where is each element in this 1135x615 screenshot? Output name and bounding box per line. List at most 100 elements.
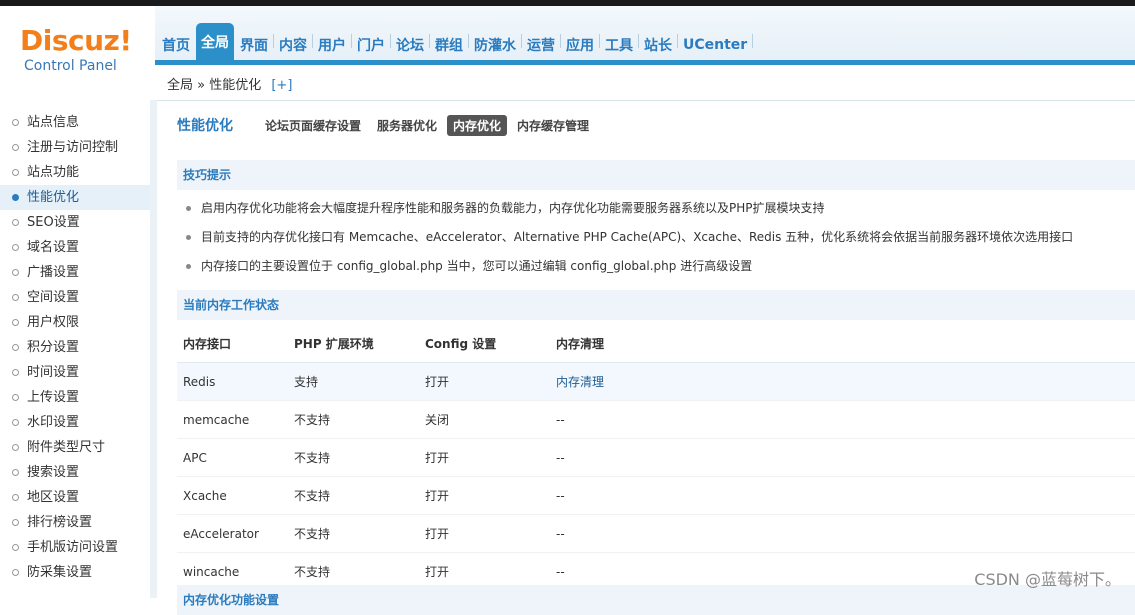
sidebar-item-label: 地区设置 [27, 490, 80, 505]
column-header-php-ext: PHP 扩展环境 [288, 325, 419, 363]
nav-forum[interactable]: 论坛 [392, 29, 428, 61]
logo-subtitle: Control Panel [24, 58, 117, 74]
status-header: 当前内存工作状态 [177, 290, 1135, 320]
tips-header: 技巧提示 [177, 160, 1135, 190]
sidebar-item-user-permissions[interactable]: 用户权限 [0, 310, 150, 335]
nav-content[interactable]: 内容 [275, 29, 311, 61]
table-row: Xcache 不支持 打开 -- [177, 476, 1135, 515]
nav-groups[interactable]: 群组 [431, 29, 467, 61]
sidebar-item-label: SEO设置 [27, 215, 80, 230]
sidebar-item-performance[interactable]: 性能优化 [0, 185, 150, 210]
sidebar-item-anti-scrape[interactable]: 防采集设置 [0, 560, 150, 585]
table-header-row: 内存接口 PHP 扩展环境 Config 设置 内存清理 [177, 325, 1135, 363]
bullet-icon [12, 469, 19, 476]
sidebar-item-space[interactable]: 空间设置 [0, 285, 150, 310]
cell-clean: -- [550, 438, 1135, 477]
nav-separator [521, 34, 522, 48]
sidebar-item-search[interactable]: 搜索设置 [0, 460, 150, 485]
sidebar-item-label: 水印设置 [27, 415, 80, 430]
nav-separator [312, 34, 313, 48]
nav-separator [599, 34, 600, 48]
nav-webmaster[interactable]: 站长 [640, 29, 676, 61]
sidebar-item-label: 手机版访问设置 [27, 540, 119, 555]
nav-separator [677, 34, 678, 48]
nav-separator [560, 34, 561, 48]
bullet-icon [12, 294, 19, 301]
sidebar-item-broadcast[interactable]: 广播设置 [0, 260, 150, 285]
sidebar-item-label: 时间设置 [27, 365, 80, 380]
sidebar-item-time[interactable]: 时间设置 [0, 360, 150, 385]
nav-interface[interactable]: 界面 [236, 29, 272, 61]
nav-separator [273, 34, 274, 48]
sidebar-item-watermark[interactable]: 水印设置 [0, 410, 150, 435]
nav-antispam[interactable]: 防灌水 [470, 29, 520, 61]
sidebar-item-region[interactable]: 地区设置 [0, 485, 150, 510]
page-header: 性能优化 论坛页面缓存设置 服务器优化 内存优化 内存缓存管理 [177, 114, 599, 136]
sidebar-item-site-info[interactable]: 站点信息 [0, 110, 150, 135]
nav-tools[interactable]: 工具 [601, 29, 637, 61]
nav-apps[interactable]: 应用 [562, 29, 598, 61]
cell-config: 关闭 [419, 400, 550, 439]
nav-operations[interactable]: 运营 [523, 29, 559, 61]
cell-config: 打开 [419, 476, 550, 515]
bullet-icon [12, 544, 19, 551]
main-nav: 首页 全局 界面 内容 用户 门户 论坛 群组 防灌水 运营 应用 工具 站长 … [158, 21, 754, 61]
bullet-icon [12, 219, 19, 226]
cell-clean: 内存清理 [550, 362, 1135, 401]
nav-separator [752, 34, 754, 48]
sidebar: 站点信息 注册与访问控制 站点功能 性能优化 SEO设置 域名设置 广播设置 空… [0, 100, 151, 598]
sidebar-item-ranking[interactable]: 排行榜设置 [0, 510, 150, 535]
nav-users[interactable]: 用户 [314, 29, 350, 61]
tab-server-optimization[interactable]: 服务器优化 [371, 115, 443, 136]
sidebar-item-domain[interactable]: 域名设置 [0, 235, 150, 260]
bullet-icon [12, 319, 19, 326]
cell-php-ext: 不支持 [288, 476, 419, 515]
table-row: memcache 不支持 关闭 -- [177, 400, 1135, 439]
nav-separator [351, 34, 352, 48]
sidebar-item-upload[interactable]: 上传设置 [0, 385, 150, 410]
cell-interface: Redis [177, 362, 288, 401]
sidebar-item-label: 域名设置 [27, 240, 80, 255]
sidebar-item-label: 空间设置 [27, 290, 80, 305]
bullet-icon [12, 269, 19, 276]
sidebar-item-credits[interactable]: 积分设置 [0, 335, 150, 360]
sidebar-item-register-access[interactable]: 注册与访问控制 [0, 135, 150, 160]
bullet-icon [186, 206, 191, 211]
bullet-icon [12, 169, 19, 176]
memory-clean-link[interactable]: 内存清理 [556, 375, 604, 389]
add-shortcut-button[interactable]: [+] [271, 78, 292, 93]
sidebar-item-attachment-types[interactable]: 附件类型尺寸 [0, 435, 150, 460]
tip-text: 启用内存优化功能将会大幅度提升程序性能和服务器的负载能力，内存优化功能需要服务器… [201, 201, 825, 215]
bullet-icon [186, 235, 191, 240]
breadcrumb-bar: 全局 » 性能优化 [+] [155, 65, 1135, 101]
cell-interface: eAccelerator [177, 514, 288, 553]
header: Discuz! Control Panel 首页 全局 界面 内容 用户 门户 … [0, 6, 1135, 101]
cell-php-ext: 支持 [288, 362, 419, 401]
bullet-icon [12, 194, 19, 201]
nav-separator [468, 34, 469, 48]
tab-memory-optimization[interactable]: 内存优化 [447, 114, 508, 136]
bullet-icon [12, 494, 19, 501]
sidebar-item-seo[interactable]: SEO设置 [0, 210, 150, 235]
sidebar-item-site-features[interactable]: 站点功能 [0, 160, 150, 185]
nav-separator [638, 34, 639, 48]
nav-portal[interactable]: 门户 [353, 29, 389, 61]
tab-forum-page-cache[interactable]: 论坛页面缓存设置 [259, 115, 367, 136]
sidebar-item-mobile[interactable]: 手机版访问设置 [0, 535, 150, 560]
bullet-icon [186, 264, 191, 269]
cell-clean: -- [550, 400, 1135, 439]
column-header-config: Config 设置 [419, 325, 550, 363]
cell-php-ext: 不支持 [288, 514, 419, 553]
nav-separator [390, 34, 391, 48]
breadcrumb: 全局 » 性能优化 [+] [167, 74, 292, 93]
sidebar-item-label: 积分设置 [27, 340, 80, 355]
logo[interactable]: Discuz! Control Panel [0, 6, 155, 100]
bullet-icon [12, 519, 19, 526]
nav-home[interactable]: 首页 [158, 29, 194, 61]
bullet-icon [12, 569, 19, 576]
tip-text: 内存接口的主要设置位于 config_global.php 当中，您可以通过编辑… [201, 259, 753, 273]
nav-global[interactable]: 全局 [196, 23, 234, 61]
tab-memory-cache-management[interactable]: 内存缓存管理 [511, 115, 595, 136]
nav-ucenter[interactable]: UCenter [679, 29, 751, 61]
bullet-icon [12, 244, 19, 251]
